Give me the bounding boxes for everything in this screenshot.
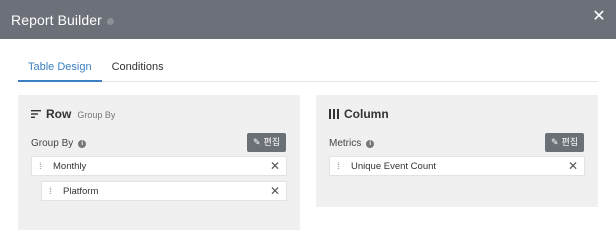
row-panel-header: Row Group By [31,107,115,121]
column-panel-title: Column [344,107,389,121]
report-builder-dialog: Report Builder ✕ Table Design Conditions… [0,0,616,247]
remove-icon[interactable]: ✕ [270,185,280,197]
group-by-label: Group By i [31,138,87,149]
info-icon[interactable]: i [78,139,87,148]
pencil-icon: ✎ [253,137,261,147]
group-by-label-text: Group By [31,138,74,149]
column-panel: Column Metrics i ✎ 편집 ⁞⁞ Unique Event Co… [316,95,598,207]
row-panel: Row Group By Group By i ✎ 편집 ⁞⁞ Monthly … [18,95,300,230]
row-panel-title: Row [46,107,72,121]
drag-handle-icon[interactable]: ⁞⁞ [337,161,345,171]
tab-conditions[interactable]: Conditions [102,52,174,82]
metrics-label-text: Metrics [329,138,362,149]
group-by-item-monthly[interactable]: ⁞⁞ Monthly ✕ [31,156,287,176]
tab-bar: Table Design Conditions [18,52,598,82]
remove-icon[interactable]: ✕ [568,160,578,172]
close-icon[interactable]: ✕ [592,9,606,25]
remove-icon[interactable]: ✕ [270,160,280,172]
info-icon[interactable]: i [366,139,375,148]
sort-lines-icon [31,109,41,119]
item-label: Monthly [53,160,87,172]
drag-handle-icon[interactable]: ⁞⁞ [39,161,47,171]
item-label: Platform [63,185,99,197]
dialog-title: Report Builder [11,11,102,28]
column-panel-header: Column [329,107,389,121]
status-dot-icon [106,17,114,25]
row-edit-label: 편집 [263,137,281,147]
pencil-icon: ✎ [551,137,559,147]
row-edit-button[interactable]: ✎ 편집 [247,133,287,152]
column-edit-label: 편집 [561,137,579,147]
item-label: Unique Event Count [351,160,437,172]
metric-item-unique-event-count[interactable]: ⁞⁞ Unique Event Count ✕ [329,156,585,176]
drag-handle-icon[interactable]: ⁞⁞ [49,186,57,196]
row-panel-subtitle: Group By [77,110,116,120]
column-edit-button[interactable]: ✎ 편집 [545,133,585,152]
group-by-item-platform[interactable]: ⁞⁞ Platform ✕ [41,181,287,201]
dialog-titlebar: Report Builder ✕ [0,0,616,39]
columns-icon [329,109,339,119]
tab-table-design[interactable]: Table Design [18,52,102,82]
metrics-label: Metrics i [329,138,375,149]
